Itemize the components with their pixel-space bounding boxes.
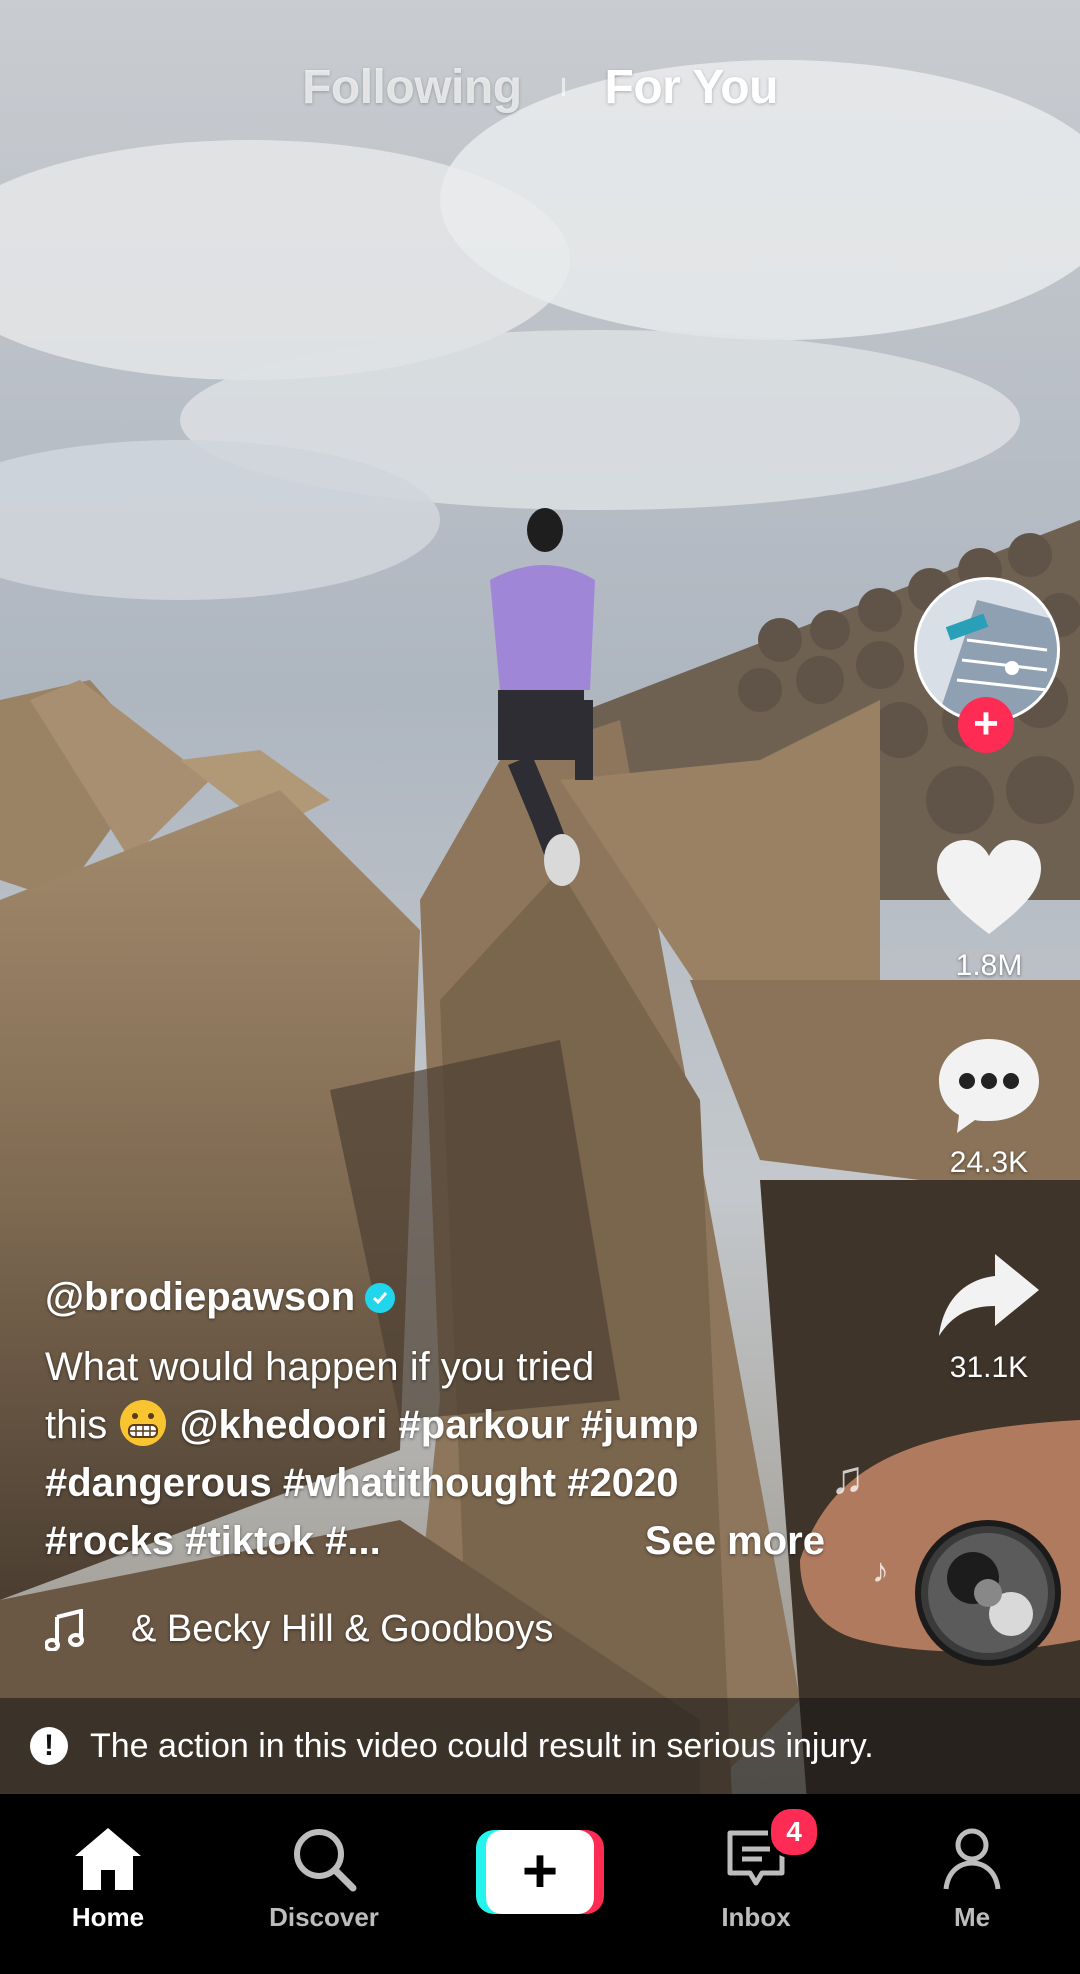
tab-divider xyxy=(561,78,565,96)
nav-discover[interactable]: Discover xyxy=(244,1824,404,1933)
comment-bubble-icon xyxy=(939,1039,1039,1133)
nav-me[interactable]: Me xyxy=(892,1824,1052,1933)
inbox-badge: 4 xyxy=(768,1806,820,1858)
caption-line-2-tags: @khedoori #parkour #jump xyxy=(179,1403,699,1447)
nav-inbox[interactable]: 4 Inbox xyxy=(676,1806,836,1933)
music-note-icon xyxy=(45,1608,84,1651)
caption-line-3-tags: #dangerous #whatithought #2020 xyxy=(45,1461,679,1505)
see-more-button[interactable]: See more xyxy=(645,1512,825,1570)
caption-line-2: this @khedoori #parkour #jump xyxy=(45,1396,825,1454)
plus-icon: + xyxy=(486,1830,594,1914)
creator-avatar-button[interactable]: + xyxy=(914,577,1060,753)
heart-icon xyxy=(937,840,1041,934)
caption-line-4-tags: #rocks #tiktok #... xyxy=(45,1519,381,1563)
creator-username[interactable]: @brodiepawson xyxy=(45,1275,355,1320)
like-button[interactable]: 1.8M xyxy=(929,838,1049,983)
music-title: & Becky Hill & Goodboys xyxy=(131,1608,554,1650)
nav-inbox-label: Inbox xyxy=(721,1902,791,1932)
nav-me-label: Me xyxy=(953,1902,991,1932)
share-arrow-icon xyxy=(939,1254,1039,1336)
follow-plus-button[interactable]: + xyxy=(958,697,1014,753)
comment-count: 24.3K xyxy=(949,1146,1029,1179)
safety-warning-banner: ! The action in this video could result … xyxy=(0,1698,1080,1794)
video-background[interactable] xyxy=(0,0,1080,1974)
nav-home[interactable]: Home xyxy=(28,1824,188,1933)
grimacing-emoji-icon xyxy=(120,1400,167,1447)
create-plus-button[interactable]: + xyxy=(476,1830,604,1914)
share-button[interactable]: 31.1K xyxy=(929,1250,1049,1385)
share-count: 31.1K xyxy=(949,1351,1029,1384)
tab-for-you[interactable]: For You xyxy=(605,60,779,115)
home-icon xyxy=(73,1824,143,1894)
caption-line-2-prefix: this xyxy=(45,1403,108,1447)
tab-following[interactable]: Following xyxy=(302,60,522,115)
profile-icon xyxy=(937,1824,1007,1894)
caption-line-3: #dangerous #whatithought #2020 xyxy=(45,1454,825,1512)
like-count: 1.8M xyxy=(955,949,1023,982)
verified-check-icon xyxy=(365,1282,396,1313)
music-row[interactable]: & Becky Hill & Goodboys xyxy=(45,1608,553,1651)
comment-button[interactable]: 24.3K xyxy=(929,1035,1049,1180)
caption-line-1: What would happen if you tried xyxy=(45,1345,595,1389)
tiktok-feed-screen: Following For You + 1.8M 24.3K 31.1K ♫ ♪… xyxy=(0,0,1080,1974)
nav-create[interactable]: + xyxy=(460,1824,620,1914)
feed-tabs: Following For You xyxy=(0,52,1080,122)
search-icon xyxy=(289,1824,359,1894)
bottom-nav: Home Discover + 4 Inbox Me xyxy=(0,1794,1080,1974)
nav-discover-label: Discover xyxy=(269,1902,379,1932)
warning-text: The action in this video could result in… xyxy=(90,1726,874,1765)
nav-home-label: Home xyxy=(71,1902,145,1932)
creator-row: @brodiepawson xyxy=(45,1275,825,1320)
caption-text[interactable]: What would happen if you tried this @khe… xyxy=(45,1338,825,1570)
warning-exclamation-icon: ! xyxy=(30,1727,68,1765)
video-info: @brodiepawson What would happen if you t… xyxy=(45,1275,825,1570)
